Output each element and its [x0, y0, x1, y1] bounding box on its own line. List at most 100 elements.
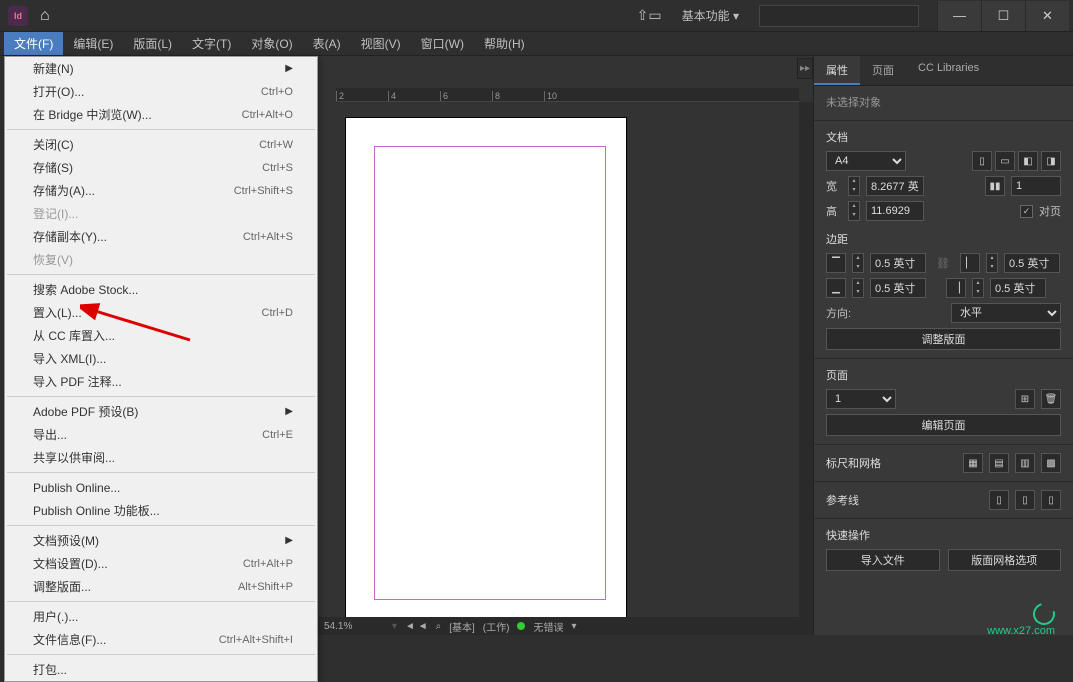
menu-help[interactable]: 帮助(H) — [474, 32, 535, 55]
page[interactable] — [346, 118, 626, 617]
mode-basic[interactable]: [基本] — [449, 619, 475, 634]
horizontal-ruler: 2 4 6 8 10 — [336, 88, 799, 102]
menu-separator — [7, 129, 315, 130]
menu-place-cc[interactable]: 从 CC 库置入... — [5, 324, 317, 347]
margin-left-input[interactable] — [1004, 253, 1060, 273]
file-menu-dropdown: 新建(N)▶ 打开(O)...Ctrl+O 在 Bridge 中浏览(W)...… — [4, 56, 318, 682]
margin-left-icon: ▏ — [960, 253, 980, 273]
menu-separator — [7, 396, 315, 397]
width-stepper[interactable]: ▴▾ — [848, 176, 860, 196]
menu-search-stock[interactable]: 搜索 Adobe Stock... — [5, 278, 317, 301]
menu-object[interactable]: 对象(O) — [241, 32, 302, 55]
menu-save-as[interactable]: 存储为(A)...Ctrl+Shift+S — [5, 179, 317, 202]
margin-top-input[interactable] — [870, 253, 926, 273]
height-input[interactable] — [866, 201, 924, 221]
page-number-select[interactable]: 1 — [826, 389, 896, 409]
maximize-button[interactable]: ☐ — [981, 1, 1025, 31]
menu-user[interactable]: 用户(.)... — [5, 605, 317, 628]
menu-close[interactable]: 关闭(C)Ctrl+W — [5, 133, 317, 156]
status-bar: 54.1% ▾ ◄ ◄ ⌕ [基本] (工作) 无错误 ▾ — [318, 617, 813, 635]
menu-layout[interactable]: 版面(L) — [123, 32, 182, 55]
facing-pages-checkbox[interactable]: ✓ — [1020, 205, 1033, 218]
menu-import-pdf-comments[interactable]: 导入 PDF 注释... — [5, 370, 317, 393]
page-binding-left-icon[interactable]: ◧ — [1018, 151, 1038, 171]
ruler-icon[interactable]: ▦ — [963, 453, 983, 473]
orientation-portrait-icon[interactable]: ▯ — [972, 151, 992, 171]
import-file-button[interactable]: 导入文件 — [826, 549, 940, 571]
menu-doc-setup[interactable]: 文档设置(D)...Ctrl+Alt+P — [5, 552, 317, 575]
zoom-level[interactable]: 54.1% — [324, 621, 384, 632]
width-label: 宽 — [826, 178, 842, 194]
menu-new[interactable]: 新建(N)▶ — [5, 57, 317, 80]
panel-tabs: 属性 页面 CC Libraries — [814, 56, 1073, 86]
menu-window[interactable]: 窗口(W) — [411, 32, 474, 55]
adjust-layout-button[interactable]: 调整版面 — [826, 328, 1061, 350]
nav-arrows[interactable]: ◄ ◄ — [405, 621, 428, 632]
baseline-grid-icon[interactable]: ▥ — [1015, 453, 1035, 473]
panel-collapse-icon[interactable]: ▸▸ — [797, 58, 813, 79]
canvas[interactable] — [336, 102, 799, 617]
mode-work[interactable]: (工作) — [483, 619, 510, 634]
search-input[interactable] — [759, 5, 919, 27]
menu-share-review[interactable]: 共享以供审阅... — [5, 446, 317, 469]
pages-icon[interactable]: ▮▮ — [985, 176, 1005, 196]
menu-open[interactable]: 打开(O)...Ctrl+O — [5, 80, 317, 103]
margin-right-stepper[interactable]: ▴▾ — [972, 278, 984, 298]
window-controls: — ☐ ✕ — [937, 1, 1069, 31]
menu-browse-bridge[interactable]: 在 Bridge 中浏览(W)...Ctrl+Alt+O — [5, 103, 317, 126]
guides-icon-1[interactable]: ▯ — [989, 490, 1009, 510]
margin-left-stepper[interactable]: ▴▾ — [986, 253, 998, 273]
menu-export[interactable]: 导出...Ctrl+E — [5, 423, 317, 446]
close-button[interactable]: ✕ — [1025, 1, 1069, 31]
tab-cc-libraries[interactable]: CC Libraries — [906, 56, 991, 85]
menu-file-info[interactable]: 文件信息(F)...Ctrl+Alt+Shift+I — [5, 628, 317, 651]
menu-file[interactable]: 文件(F) — [4, 32, 63, 55]
menu-doc-presets[interactable]: 文档预设(M)▶ — [5, 529, 317, 552]
menubar: 文件(F) 编辑(E) 版面(L) 文字(T) 对象(O) 表(A) 视图(V)… — [0, 32, 1073, 56]
preflight-status[interactable]: 无错误 — [533, 619, 563, 634]
width-input[interactable] — [866, 176, 924, 196]
menu-edit[interactable]: 编辑(E) — [63, 32, 123, 55]
search-status-icon[interactable]: ⌕ — [436, 621, 442, 632]
menu-package[interactable]: 打包... — [5, 658, 317, 681]
margin-top-stepper[interactable]: ▴▾ — [852, 253, 864, 273]
home-icon[interactable]: ⌂ — [40, 7, 50, 25]
grid-icon[interactable]: ▤ — [989, 453, 1009, 473]
menu-type[interactable]: 文字(T) — [182, 32, 241, 55]
page-binding-right-icon[interactable]: ◨ — [1041, 151, 1061, 171]
height-stepper[interactable]: ▴▾ — [848, 201, 860, 221]
menu-view[interactable]: 视图(V) — [351, 32, 411, 55]
delete-page-icon[interactable]: 🗑 — [1041, 389, 1061, 409]
add-page-icon[interactable]: ⊞ — [1015, 389, 1035, 409]
tab-properties[interactable]: 属性 — [814, 56, 860, 85]
menu-table[interactable]: 表(A) — [303, 32, 351, 55]
guides-icon-3[interactable]: ▯ — [1041, 490, 1061, 510]
menu-separator — [7, 274, 315, 275]
menu-save-copy[interactable]: 存储副本(Y)...Ctrl+Alt+S — [5, 225, 317, 248]
margin-bottom-input[interactable] — [870, 278, 926, 298]
margin-bottom-stepper[interactable]: ▴▾ — [852, 278, 864, 298]
link-margins-icon[interactable]: ⛓ — [936, 257, 950, 270]
tab-pages[interactable]: 页面 — [860, 56, 906, 85]
vertical-scrollbar[interactable] — [799, 102, 813, 617]
layout-grid-options-button[interactable]: 版面网格选项 — [948, 549, 1062, 571]
share-icon[interactable]: ⇧▭ — [637, 7, 662, 24]
page-size-select[interactable]: A4 — [826, 151, 906, 171]
margin-right-input[interactable] — [990, 278, 1046, 298]
menu-publish-dashboard[interactable]: Publish Online 功能板... — [5, 499, 317, 522]
document-grid-icon[interactable]: ▩ — [1041, 453, 1061, 473]
menu-adjust-layout[interactable]: 调整版面...Alt+Shift+P — [5, 575, 317, 598]
guides-icon-2[interactable]: ▯ — [1015, 490, 1035, 510]
edit-pages-button[interactable]: 编辑页面 — [826, 414, 1061, 436]
menu-publish-online[interactable]: Publish Online... — [5, 476, 317, 499]
menu-pdf-presets[interactable]: Adobe PDF 预设(B)▶ — [5, 400, 317, 423]
minimize-button[interactable]: — — [937, 1, 981, 31]
orientation-landscape-icon[interactable]: ▭ — [995, 151, 1015, 171]
menu-place[interactable]: 置入(L)...Ctrl+D — [5, 301, 317, 324]
margin-top-icon: ▔ — [826, 253, 846, 273]
units-input[interactable] — [1011, 176, 1061, 196]
orientation-select[interactable]: 水平 — [951, 303, 1061, 323]
menu-import-xml[interactable]: 导入 XML(I)... — [5, 347, 317, 370]
menu-save[interactable]: 存储(S)Ctrl+S — [5, 156, 317, 179]
workspace-switcher[interactable]: 基本功能 ▾ — [674, 5, 747, 26]
